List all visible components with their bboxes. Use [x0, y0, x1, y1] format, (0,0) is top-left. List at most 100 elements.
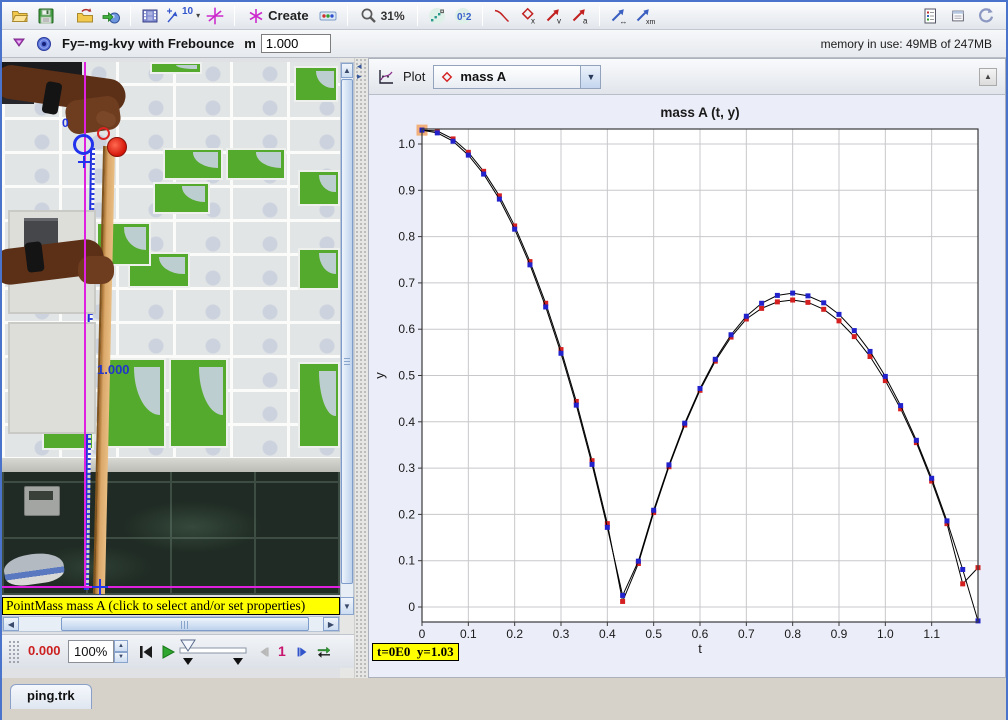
refresh-button[interactable] — [974, 4, 998, 28]
diamond-icon — [440, 70, 454, 84]
positions-button[interactable]: x — [516, 4, 540, 28]
rate-spinner-value[interactable]: 100% — [68, 640, 114, 663]
step-forward-button[interactable] — [290, 640, 314, 664]
paths-button[interactable] — [490, 4, 514, 28]
trails-button[interactable] — [425, 4, 449, 28]
svg-text:0.7: 0.7 — [738, 627, 755, 641]
frame-slider[interactable] — [178, 638, 248, 666]
notes-button[interactable] — [918, 4, 942, 28]
zoom-button[interactable]: 31% — [355, 4, 410, 28]
hscroll-thumb[interactable] — [61, 617, 309, 631]
step-number-label: 0 — [62, 116, 69, 130]
chart-canvas[interactable]: 00.10.20.30.40.50.60.70.80.91.01.100.10.… — [369, 95, 1005, 677]
filter-icon — [12, 36, 28, 52]
axes-button[interactable] — [203, 4, 227, 28]
main-area: 0 1.000 PointMass mass A (click to selec… — [2, 58, 1006, 678]
track-select-dropdown[interactable]: mass A ▼ — [433, 65, 601, 89]
toolbar-separator — [234, 6, 235, 26]
toolbar-separator — [599, 6, 600, 26]
collapse-panel-button[interactable]: ▲ — [979, 68, 997, 86]
toolbar-separator — [347, 6, 348, 26]
acceleration-arrow-icon: a — [570, 7, 590, 25]
vector-subscript: ↔ — [619, 17, 627, 25]
svg-text:0.9: 0.9 — [398, 183, 415, 197]
trails-icon — [428, 7, 446, 25]
chart-title: mass A (t, y) — [660, 105, 739, 120]
scroll-up-button[interactable]: ▲ — [341, 63, 353, 78]
video-decoration-keypad — [24, 486, 60, 516]
in-point-marker[interactable] — [183, 658, 193, 665]
svg-text:0.9: 0.9 — [831, 627, 848, 641]
vscroll-thumb[interactable] — [341, 79, 353, 584]
point-crosshair-marker[interactable] — [78, 156, 90, 168]
window-button[interactable] — [946, 4, 970, 28]
play-button[interactable] — [156, 640, 180, 664]
clip-settings-button[interactable] — [138, 4, 162, 28]
svg-text:0.2: 0.2 — [506, 627, 523, 641]
zoom-value: 31% — [381, 9, 405, 23]
video-horizontal-scrollbar[interactable]: ◀ ▶ — [2, 616, 340, 632]
svg-text:0: 0 — [408, 600, 415, 614]
filter-button[interactable] — [8, 32, 32, 56]
toolbar-separator — [482, 6, 483, 26]
model-point-marker[interactable] — [97, 127, 110, 140]
open-file-button[interactable] — [8, 4, 32, 28]
step-back-button[interactable] — [252, 640, 276, 664]
step-size-button[interactable]: 10▾ — [164, 4, 201, 28]
scroll-left-button[interactable]: ◀ — [3, 617, 19, 631]
svg-text:0.1: 0.1 — [398, 554, 415, 568]
rate-down-button[interactable]: ▼ — [114, 652, 128, 664]
selected-point-marker[interactable] — [73, 134, 94, 155]
velocity-subscript: v — [557, 16, 561, 25]
import-data-button[interactable] — [99, 4, 123, 28]
svg-text:0.8: 0.8 — [398, 230, 415, 244]
memory-status: memory in use: 49MB of 247MB — [821, 37, 992, 51]
collapse-right-icon[interactable]: ▸ — [357, 72, 362, 81]
plot-area[interactable]: 00.10.20.30.40.50.60.70.80.91.01.100.10.… — [369, 95, 1005, 677]
collapse-left-icon[interactable]: ◂ — [357, 62, 362, 71]
tab-ping-trk[interactable]: ping.trk — [10, 684, 92, 709]
video-frame[interactable]: 0 1.000 — [2, 62, 340, 595]
player-step-number: 1 — [278, 643, 286, 659]
rate-spinner-buttons: ▲ ▼ — [114, 640, 128, 663]
ping-pong-ball — [107, 137, 127, 157]
save-button[interactable] — [34, 4, 58, 28]
scroll-right-button[interactable]: ▶ — [323, 617, 339, 631]
film-icon — [141, 7, 159, 25]
axis-origin-marker[interactable] — [92, 579, 108, 595]
reset-button[interactable] — [134, 640, 158, 664]
rate-up-button[interactable]: ▲ — [114, 640, 128, 652]
accelerations-button[interactable]: a — [568, 4, 592, 28]
point-mass-button[interactable] — [32, 32, 56, 56]
hscroll-track[interactable] — [19, 617, 323, 631]
create-button[interactable]: Create — [242, 4, 313, 28]
open-library-icon — [76, 7, 94, 25]
track-title: Fy=-mg-kvy with Frebounce — [62, 36, 234, 51]
svg-text:0.5: 0.5 — [398, 369, 415, 383]
loop-button[interactable] — [312, 640, 336, 664]
svg-text:0.7: 0.7 — [398, 276, 415, 290]
vectors-button[interactable]: ↔ — [607, 4, 631, 28]
mass-input[interactable] — [261, 34, 331, 53]
create-star-icon — [247, 7, 265, 25]
labels-button[interactable]: 0¹2 — [451, 4, 475, 28]
axes-icon — [205, 6, 225, 26]
player-drag-grip[interactable] — [8, 640, 20, 664]
play-icon — [159, 643, 177, 661]
axis-horizontal-line[interactable] — [2, 586, 340, 588]
panel-divider[interactable]: ◂ ▸ — [354, 58, 368, 678]
path-icon — [493, 7, 511, 25]
video-options-dropdown-button[interactable]: ▼ — [340, 597, 354, 615]
import-data-icon — [102, 7, 120, 25]
track-control-button[interactable] — [316, 4, 340, 28]
vector-sums-button[interactable]: xm — [633, 4, 657, 28]
velocities-button[interactable]: v — [542, 4, 566, 28]
out-point-marker[interactable] — [233, 658, 243, 665]
tab-bar: ping.trk — [2, 678, 1006, 720]
open-library-button[interactable] — [73, 4, 97, 28]
plot-icon[interactable] — [377, 68, 395, 86]
step-forward-icon — [294, 644, 310, 660]
video-vertical-scrollbar[interactable]: ▲ ▼ — [340, 62, 354, 615]
create-label: Create — [268, 8, 308, 23]
dropdown-arrow-button[interactable]: ▼ — [580, 66, 600, 88]
